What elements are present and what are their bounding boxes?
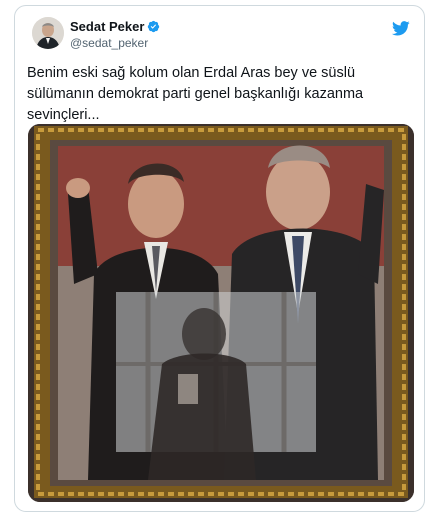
avatar[interactable]: [32, 17, 64, 49]
tweet-photo[interactable]: [28, 124, 414, 502]
tweet-text: Benim eski sağ kolum olan Erdal Aras bey…: [27, 65, 364, 123]
verified-badge-icon: [148, 20, 160, 32]
author-display-name[interactable]: Sedat Peker: [70, 19, 144, 34]
avatar-image: [32, 17, 64, 49]
twitter-bird-icon[interactable]: [392, 21, 410, 36]
author-name-row: Sedat Peker: [70, 18, 160, 34]
author-handle[interactable]: @sedat_peker: [70, 36, 148, 50]
framed-photo-image: [28, 124, 414, 502]
tweet-card[interactable]: Sedat Peker @sedat_peker Benim eski sağ …: [14, 5, 425, 512]
